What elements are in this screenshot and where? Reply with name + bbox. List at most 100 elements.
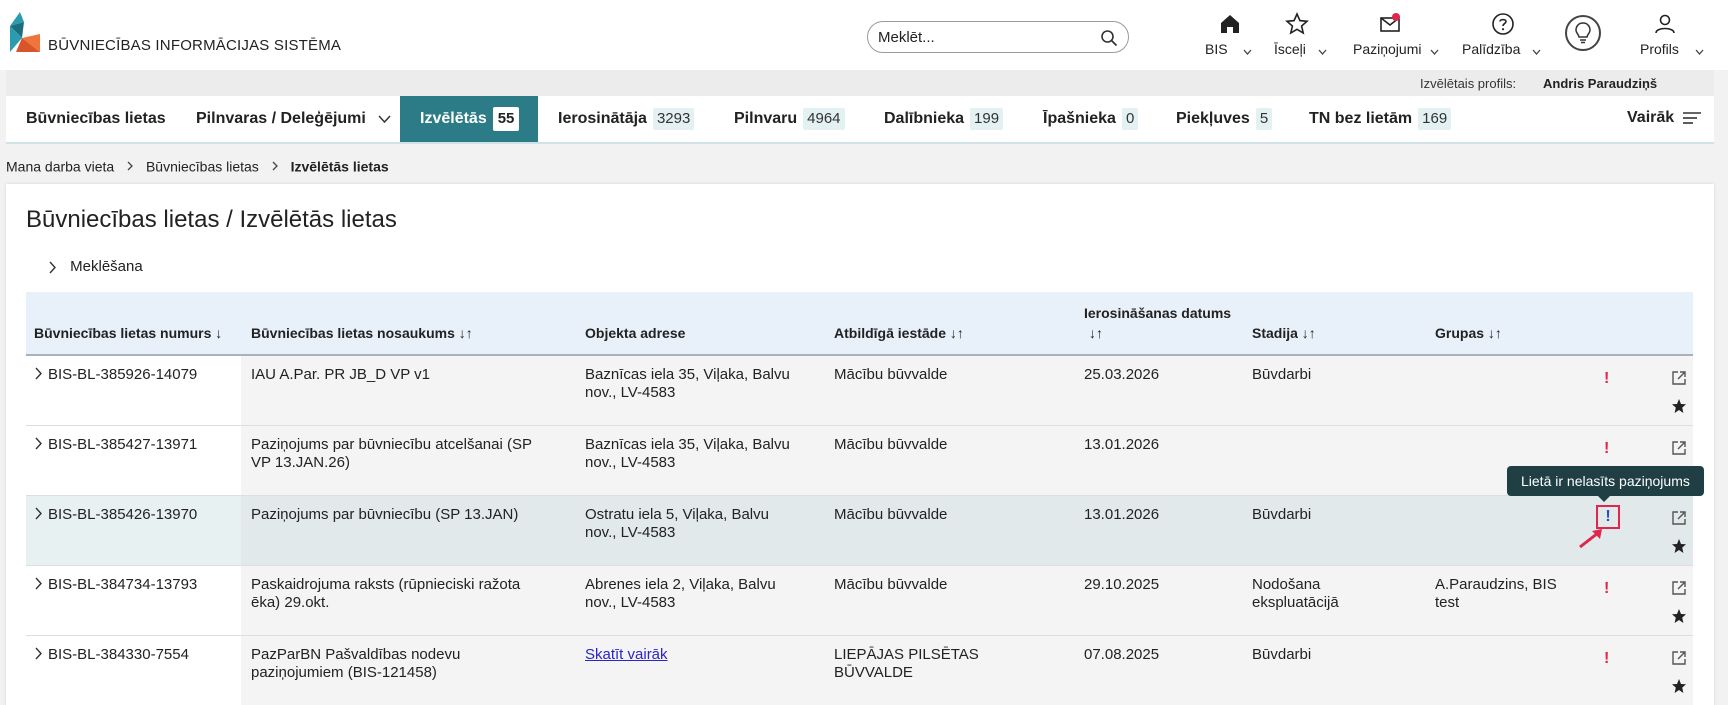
column-header[interactable]: Atbildīgā iestāde ↓↑ [834,325,964,341]
see-more-link[interactable]: Skatīt vairāk [585,646,668,663]
search-box[interactable] [867,21,1129,53]
tab-authorizations[interactable]: Pilnvaras / Deleģējumi [176,96,411,142]
column-header[interactable]: Būvniecības lietas numurs ↓ [34,325,222,341]
tab-label: Piekļuves [1176,110,1250,127]
stage: Nodošana ekspluatācijā [1252,576,1339,611]
object-address: Baznīcas iela 35, Viļaka, Balvu nov., LV-… [585,436,790,471]
tab-building-cases[interactable]: Būvniecības lietas [6,96,186,142]
column-header[interactable]: Stadija ↓↑ [1252,325,1316,341]
case-name: Paziņojums par būvniecību (SP 13.JAN) [251,506,519,523]
chevron-down-icon [378,115,391,123]
expand-icon[interactable] [34,367,42,380]
open-external-icon[interactable] [1671,510,1687,526]
bis-logo-icon[interactable] [10,12,42,54]
case-number[interactable]: BIS-BL-385426-13970 [34,506,197,524]
unread-notification-icon[interactable]: ! [1604,650,1609,668]
tab-owner[interactable]: Īpašnieka 0 [1023,96,1158,142]
unread-notification-icon[interactable]: ! [1604,370,1609,388]
tab-initiator[interactable]: Ierosinātāja 3293 [538,96,714,142]
object-address: Ostratu iela 5, Viļaka, Balvu nov., LV-45… [585,506,769,541]
object-address: Skatīt vairāk [585,646,815,664]
authority: LIEPĀJAS PILSĒTAS BŪVVALDE [834,646,979,681]
favorite-star-icon[interactable] [1671,678,1687,694]
favorite-star-icon[interactable] [1671,608,1687,624]
table-row[interactable]: BIS-BL-385426-13970 Paziņojums par būvni… [26,496,1693,566]
search-input[interactable] [878,28,1088,46]
idea-button[interactable] [1565,15,1601,51]
sort-arrows[interactable]: ↓↑ [1089,325,1103,341]
tab-participant[interactable]: Dalībnieka 199 [864,96,1023,142]
chevron-down-icon [1532,49,1541,55]
case-name: Paskaidrojuma raksts (rūpnieciski ražota… [251,576,521,611]
tab-label: Ierosinātāja [558,110,647,127]
profile-bar: Izvēlētais profils: Andris Paraudziņš [6,70,1714,96]
tab-count: 0 [1121,108,1139,130]
search-toggle[interactable]: Meklēšana [48,258,143,275]
unread-dot [1392,13,1400,21]
open-external-icon[interactable] [1671,440,1687,456]
unread-notification-icon[interactable]: ! [1604,580,1609,598]
case-name: Paziņojums par būvniecību atcelšanai (SP… [251,436,532,471]
expand-icon[interactable] [34,577,42,590]
unread-notification-icon[interactable]: ! [1604,440,1609,458]
column-header[interactable]: Ierosināšanas datums [1084,305,1231,321]
tab-tn-without-cases[interactable]: TN bez lietām 169 [1289,96,1471,142]
initiation-date: 07.08.2025 [1084,646,1160,663]
initiation-date: 25.03.2026 [1084,366,1160,383]
nav-bis[interactable]: BIS [1205,8,1255,60]
tab-access[interactable]: Piekļuves 5 [1156,96,1292,142]
case-number[interactable]: BIS-BL-385427-13971 [34,436,197,454]
favorite-star-icon[interactable] [1671,398,1687,414]
stage: Būvdarbi [1252,506,1312,523]
case-name: IAU A.Par. PR JB_D VP v1 [251,366,430,383]
chevron-down-icon [1318,49,1327,55]
open-external-icon[interactable] [1671,370,1687,386]
logo-text[interactable]: BŪVNIECĪBAS INFORMĀCIJAS SISTĒMA [48,37,341,54]
more-label: Vairāk [1627,109,1675,126]
nav-profile[interactable]: Profils [1640,8,1710,60]
tab-count: 169 [1418,108,1452,130]
expand-icon[interactable] [34,507,42,520]
initiation-date: 29.10.2025 [1084,576,1160,593]
unread-notification-icon[interactable]: ! [1596,505,1620,529]
chevron-down-icon [1430,49,1439,55]
breadcrumb-item[interactable]: Būvniecības lietas [146,158,259,174]
object-address: Baznīcas iela 35, Viļaka, Balvu nov., LV-… [585,366,790,401]
menu-icon [1682,111,1701,124]
favorite-star-icon[interactable] [1671,538,1687,554]
tab-authorized[interactable]: Pilnvaru 4964 [714,96,865,142]
breadcrumb-item[interactable]: Mana darba vieta [6,158,114,174]
table-row[interactable]: BIS-BL-385926-14079 IAU A.Par. PR JB_D V… [26,356,1693,426]
initiation-date: 13.01.2026 [1084,506,1160,523]
help-icon [1491,13,1514,35]
case-number[interactable]: BIS-BL-385926-14079 [34,366,197,384]
tab-label: Būvniecības lietas [26,110,166,127]
tab-label: Pilnvaru [734,110,798,127]
case-name: PazParBN Pašvaldības nodevu paziņojumiem … [251,646,461,681]
column-header[interactable]: Būvniecības lietas nosaukums ↓↑ [251,325,473,341]
table-row[interactable]: BIS-BL-384330-7554 PazParBN Pašvaldības … [26,636,1693,705]
case-number[interactable]: BIS-BL-384330-7554 [34,646,189,664]
open-external-icon[interactable] [1671,580,1687,596]
nav-help[interactable]: Palīdzība [1462,8,1547,60]
expand-icon[interactable] [34,437,42,450]
tooltip-arrow [1598,496,1610,502]
tab-count: 55 [492,107,520,131]
table-row[interactable]: BIS-BL-384734-13793 Paskaidrojuma raksts… [26,566,1693,636]
tab-label: Pilnvaras / Deleģējumi [196,110,366,127]
more-menu-button[interactable]: Vairāk [1627,109,1701,127]
tab-selected[interactable]: Izvēlētās 55 [400,96,538,142]
case-number[interactable]: BIS-BL-384734-13793 [34,576,197,594]
pointer-arrow-icon [1579,529,1602,549]
open-external-icon[interactable] [1671,650,1687,666]
column-header[interactable]: Grupas ↓↑ [1435,325,1502,341]
nav-shortcuts[interactable]: Īsceļi [1274,8,1334,60]
search-icon[interactable] [1100,29,1118,47]
expand-icon[interactable] [34,647,42,660]
groups: A.Paraudzins, BIS test [1435,576,1557,611]
column-header: Objekta adrese [585,325,686,341]
table-row[interactable]: BIS-BL-385427-13971 Paziņojums par būvni… [26,426,1693,496]
table-header: Būvniecības lietas numurs ↓ Būvniecības … [26,292,1693,356]
nav-notifications[interactable]: Paziņojumi [1353,8,1443,60]
top-header: BŪVNIECĪBAS INFORMĀCIJAS SISTĒMA BIS Īsc… [0,0,1728,70]
